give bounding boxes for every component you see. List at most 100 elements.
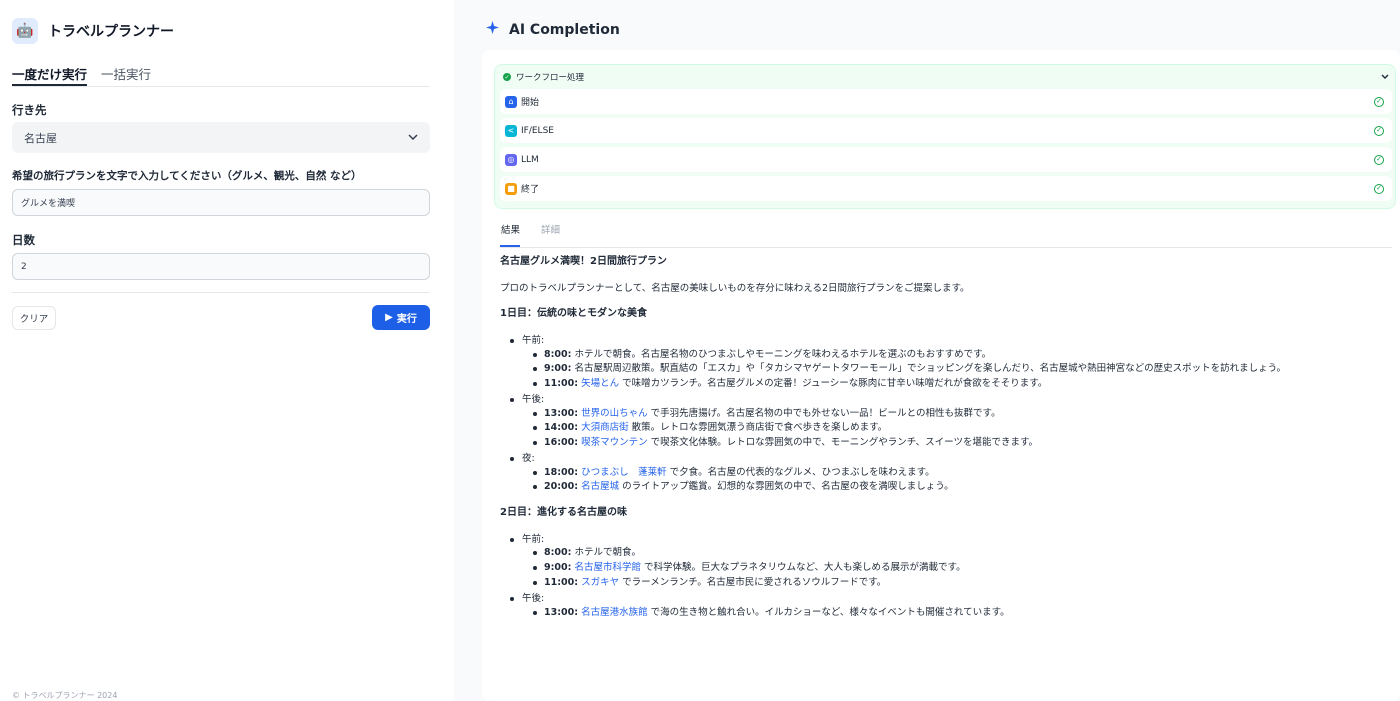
schedule-time: 18:00:	[544, 466, 579, 478]
schedule-item: 16:00: 喫茶マウンテン で喫茶文化体験。レトロな雰囲気の中で、モーニングや…	[522, 436, 1392, 450]
schedule-item: 18:00: ひつまぶし 蓬莱軒 で夕食。名古屋の代表的なグルメ、ひつまぶしを味…	[522, 466, 1392, 480]
place-link[interactable]: 矢場とん	[581, 378, 619, 389]
tab-run-once[interactable]: 一度だけ実行	[12, 64, 88, 86]
workflow-node-start: ⌂ 開始 ✓	[500, 89, 1392, 114]
panel-title: AI Completion	[486, 21, 620, 38]
schedule-item: 9:00: 名古屋市科学館 で科学体験。巨大なプラネタリウムなど、大人も楽しめる…	[522, 561, 1392, 575]
result-card: ✓ ワークフロー処理 ⌂ 開始 ✓ < IF/ELSE ✓ ◎ LLM ✓ ■ …	[482, 50, 1400, 701]
place-link[interactable]: 世界の山ちゃん	[581, 408, 648, 419]
workflow-node-ifelse: < IF/ELSE ✓	[500, 118, 1392, 143]
period-label: 午前:	[522, 334, 545, 346]
place-link[interactable]: 名古屋城	[581, 481, 619, 492]
schedule-time: 8:00:	[544, 547, 572, 559]
check-icon: ✓	[1374, 154, 1384, 165]
workflow-status: ✓ ワークフロー処理 ⌂ 開始 ✓ < IF/ELSE ✓ ◎ LLM ✓ ■ …	[494, 64, 1396, 209]
run-button-label: 実行	[396, 314, 417, 325]
schedule-item: 9:00: 名古屋駅周辺散策。駅直結の「エスカ」や「タカシマヤゲートタワーモール…	[522, 362, 1392, 376]
app-header: 🤖 トラベルプランナー	[12, 18, 174, 44]
result-tabs: 結果 詳細	[500, 222, 1392, 248]
result-intro: プロのトラベルプランナーとして、名古屋の美味しいものを存分に味わえる2日間旅行プ…	[500, 282, 970, 294]
schedule-text: で夕食。名古屋の代表的なグルメ、ひつまぶしを味わえます。	[666, 466, 935, 478]
schedule-text: ホテルで朝食。	[571, 547, 641, 559]
play-icon: ▶	[385, 312, 393, 323]
schedule-text: で科学体験。巨大なプラネタリウムなど、大人も楽しめる展示が満載です。	[640, 562, 966, 574]
chevron-down-icon	[408, 132, 418, 143]
check-icon: ✓	[1374, 96, 1384, 107]
schedule-item: 20:00: 名古屋城 のライトアップ鑑賞。幻想的な雰囲気の中で、名古屋の夜を満…	[522, 480, 1392, 494]
place-link[interactable]: 名古屋市科学館	[574, 562, 641, 573]
destination-select[interactable]: 名古屋	[12, 122, 430, 153]
schedule-item: 8:00: ホテルで朝食。名古屋名物のひつまぶしやモーニングを味わえるホテルを選…	[522, 348, 1392, 362]
schedule-text: で味噌カツランチ。名古屋グルメの定番！ジューシーな豚肉に甘辛い味噌だれが食欲をそ…	[619, 378, 1048, 390]
period-item: 午前: 8:00: ホテルで朝食。 9:00: 名古屋市科学館 で科学体験。巨大な…	[500, 533, 1392, 590]
schedule-time: 14:00:	[544, 422, 579, 434]
schedule-item: 11:00: スガキヤ でラーメンランチ。名古屋市民に愛されるソウルフードです。	[522, 576, 1392, 590]
node-label: 終了	[521, 185, 540, 195]
input-panel: 🤖 トラベルプランナー 一度だけ実行 一括実行 行き先 名古屋 希望の旅行プラン…	[0, 0, 454, 701]
schedule-time: 8:00:	[544, 348, 572, 360]
check-icon: ✓	[1374, 125, 1384, 136]
period-label: 午後:	[522, 592, 545, 604]
panel-title-text: AI Completion	[509, 21, 620, 38]
home-icon: ⌂	[505, 95, 517, 108]
period-label: 夜:	[522, 452, 535, 464]
schedule-list: 8:00: ホテルで朝食。名古屋名物のひつまぶしやモーニングを味わえるホテルを選…	[522, 348, 1392, 391]
tab-detail[interactable]: 詳細	[540, 222, 560, 247]
period-item: 午前: 8:00: ホテルで朝食。名古屋名物のひつまぶしやモーニングを味わえるホ…	[500, 334, 1392, 391]
plan-input-value: グルメを満喫	[21, 199, 76, 209]
period-label: 午前:	[522, 533, 545, 545]
result-title: 名古屋グルメ満喫！2日間旅行プラン	[500, 256, 667, 267]
day2-heading: 2日目：進化する名古屋の味	[500, 507, 627, 519]
schedule-time: 9:00:	[544, 363, 572, 375]
schedule-text: 名古屋駅周辺散策。駅直結の「エスカ」や「タカシマヤゲートタワーモール」でショッピ…	[571, 363, 1287, 375]
node-label: 開始	[521, 98, 540, 108]
workflow-header[interactable]: ✓ ワークフロー処理	[503, 71, 1389, 83]
workflow-node-llm: ◎ LLM ✓	[500, 147, 1392, 172]
schedule-item: 13:00: 名古屋港水族館 で海の生き物と触れ合い。イルカショーなど、様々なイ…	[522, 606, 1392, 620]
place-link[interactable]: 名古屋港水族館	[581, 607, 648, 618]
branch-icon: <	[505, 124, 517, 137]
days-input[interactable]: 2	[12, 253, 430, 280]
check-icon: ✓	[1374, 183, 1384, 194]
robot-icon: 🤖	[12, 18, 38, 44]
plan-input[interactable]: グルメを満喫	[12, 189, 430, 216]
schedule-time: 11:00:	[544, 576, 579, 588]
place-link[interactable]: スガキヤ	[581, 577, 619, 588]
day2-schedule: 午前: 8:00: ホテルで朝食。 9:00: 名古屋市科学館 で科学体験。巨大な…	[500, 533, 1392, 620]
schedule-text: 散策。レトロな雰囲気漂う商店街で食べ歩きを楽しめます。	[628, 422, 888, 434]
place-link[interactable]: ひつまぶし 蓬莱軒	[581, 467, 667, 478]
place-link[interactable]: 大須商店街	[581, 422, 629, 433]
end-icon: ■	[505, 182, 517, 195]
schedule-text: ホテルで朝食。名古屋名物のひつまぶしやモーニングを味わえるホテルを選ぶのもおすす…	[571, 348, 992, 360]
schedule-time: 13:00:	[544, 606, 579, 618]
tab-batch-run[interactable]: 一括実行	[101, 64, 151, 86]
day1-heading: 1日目：伝統の味とモダンな美食	[500, 308, 647, 320]
schedule-time: 13:00:	[544, 407, 579, 419]
schedule-text: で手羽先唐揚げ。名古屋名物の中でも外せない一品！ビールとの相性も抜群です。	[647, 407, 1001, 419]
days-label: 日数	[12, 233, 35, 247]
days-input-value: 2	[21, 261, 27, 272]
footer: © トラベルプランナー 2024	[12, 691, 118, 700]
period-label: 午後:	[522, 393, 545, 405]
node-label: LLM	[521, 154, 539, 165]
run-mode-tabs: 一度だけ実行 一括実行	[12, 64, 430, 87]
result-content: 名古屋グルメ満喫！2日間旅行プラン プロのトラベルプランナーとして、名古屋の美味…	[500, 255, 1392, 701]
day1-schedule: 午前: 8:00: ホテルで朝食。名古屋名物のひつまぶしやモーニングを味わえるホ…	[500, 334, 1392, 494]
place-link[interactable]: 喫茶マウンテン	[581, 437, 648, 448]
schedule-text: でラーメンランチ。名古屋市民に愛されるソウルフードです。	[619, 576, 887, 588]
workflow-node-end: ■ 終了 ✓	[500, 176, 1392, 201]
schedule-time: 11:00:	[544, 378, 579, 390]
schedule-item: 14:00: 大須商店街 散策。レトロな雰囲気漂う商店街で食べ歩きを楽しめます。	[522, 421, 1392, 435]
period-item: 夜: 18:00: ひつまぶし 蓬莱軒 で夕食。名古屋の代表的なグルメ、ひつまぶ…	[500, 452, 1392, 494]
clear-button[interactable]: クリア	[12, 306, 56, 330]
app-title: トラベルプランナー	[48, 24, 174, 40]
run-button[interactable]: ▶ 実行	[372, 305, 430, 330]
period-item: 午後: 13:00: 名古屋港水族館 で海の生き物と触れ合い。イルカショーなど、…	[500, 592, 1392, 620]
schedule-list: 13:00: 名古屋港水族館 で海の生き物と触れ合い。イルカショーなど、様々なイ…	[522, 606, 1392, 620]
schedule-list: 18:00: ひつまぶし 蓬莱軒 で夕食。名古屋の代表的なグルメ、ひつまぶしを味…	[522, 466, 1392, 495]
destination-label: 行き先	[12, 103, 47, 117]
schedule-time: 20:00:	[544, 481, 579, 493]
destination-value: 名古屋	[24, 131, 57, 145]
schedule-time: 9:00:	[544, 562, 572, 574]
tab-result[interactable]: 結果	[500, 222, 521, 247]
